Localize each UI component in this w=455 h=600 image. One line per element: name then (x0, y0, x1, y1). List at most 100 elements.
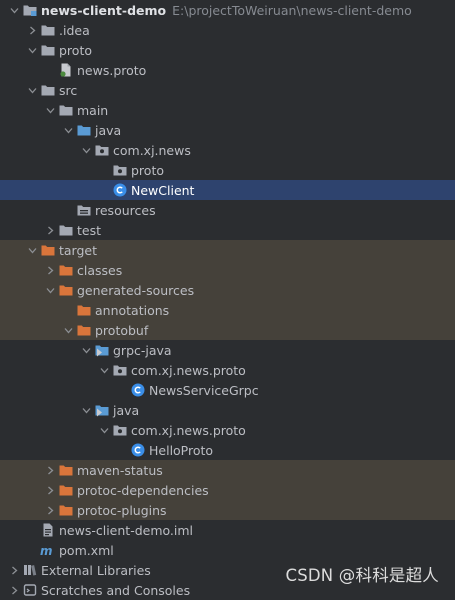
tree-node-label: maven-status (77, 462, 163, 478)
excluded-folder-icon (40, 242, 56, 258)
tree-node-test[interactable]: test (0, 220, 455, 240)
tree-node-label: Scratches and Consoles (41, 582, 191, 598)
tree-node-java[interactable]: java (0, 120, 455, 140)
libraries-icon (22, 562, 38, 578)
chevron-down-icon[interactable] (42, 100, 58, 120)
project-tree: news-client-demo E:\projectToWeiruan\news… (0, 0, 455, 600)
chevron-right-icon[interactable] (42, 220, 58, 240)
tree-node-label: proto (59, 42, 92, 58)
iml-file-icon (40, 522, 56, 538)
tree-node-proto[interactable]: proto (0, 160, 455, 180)
chevron-down-icon[interactable] (78, 340, 94, 360)
tree-node-classes[interactable]: classes (0, 260, 455, 280)
excluded-folder-icon (58, 262, 74, 278)
tree-node-label: pom.xml (59, 542, 114, 558)
folder-icon (40, 82, 56, 98)
tree-node-label: annotations (95, 302, 170, 318)
chevron-right-icon[interactable] (42, 480, 58, 500)
chevron-right-icon[interactable] (24, 20, 40, 40)
tree-node-label: com.xj.news.proto (131, 362, 246, 378)
tree-node-target[interactable]: target (0, 240, 455, 260)
chevron-down-icon[interactable] (24, 40, 40, 60)
tree-node-main[interactable]: main (0, 100, 455, 120)
scratches-icon (22, 582, 38, 598)
chevron-down-icon[interactable] (96, 420, 112, 440)
class-icon (130, 382, 146, 398)
tree-node-com-xj-news-proto[interactable]: com.xj.news.proto (0, 420, 455, 440)
class-icon (112, 182, 128, 198)
tree-node-label: news-client-demo.iml (59, 522, 194, 538)
tree-node-label: classes (77, 262, 123, 278)
package-icon (94, 142, 110, 158)
chevron-down-icon[interactable] (60, 320, 76, 340)
excluded-folder-icon (58, 502, 74, 518)
tree-node-newclient[interactable]: NewClient (0, 180, 455, 200)
tree-node-pom-xml[interactable]: m pom.xml (0, 540, 455, 560)
tree-node-annotations[interactable]: annotations (0, 300, 455, 320)
tree-node-idea[interactable]: .idea (0, 20, 455, 40)
chevron-down-icon[interactable] (24, 80, 40, 100)
tree-node-grpc-java[interactable]: grpc-java (0, 340, 455, 360)
chevron-down-icon[interactable] (24, 240, 40, 260)
generated-source-folder-icon (94, 342, 110, 358)
folder-icon (58, 102, 74, 118)
maven-file-icon: m (40, 542, 56, 558)
tree-node-label: news-client-demo (41, 2, 167, 18)
tree-node-label: com.xj.news.proto (131, 422, 246, 438)
tree-node-label: protoc-dependencies (77, 482, 209, 498)
tree-node-label: NewClient (131, 182, 195, 198)
tree-node-helloproto[interactable]: HelloProto (0, 440, 455, 460)
chevron-right-icon[interactable] (6, 560, 22, 580)
package-icon (112, 422, 128, 438)
tree-node-label: proto (131, 162, 164, 178)
tree-node-label: main (77, 102, 109, 118)
tree-node-maven-status[interactable]: maven-status (0, 460, 455, 480)
proto-file-icon (58, 62, 74, 78)
chevron-right-icon[interactable] (42, 500, 58, 520)
tree-node-java[interactable]: java (0, 400, 455, 420)
tree-node-com-xj-news-proto[interactable]: com.xj.news.proto (0, 360, 455, 380)
tree-node-label: protobuf (95, 322, 149, 338)
chevron-right-icon[interactable] (42, 260, 58, 280)
tree-node-label: NewsServiceGrpc (149, 382, 259, 398)
package-icon (112, 162, 128, 178)
folder-icon (40, 42, 56, 58)
chevron-down-icon[interactable] (6, 0, 22, 20)
chevron-down-icon[interactable] (60, 120, 76, 140)
chevron-down-icon[interactable] (96, 360, 112, 380)
tree-node-news-client-demo[interactable]: news-client-demo E:\projectToWeiruan\news… (0, 0, 455, 20)
excluded-folder-icon (76, 322, 92, 338)
chevron-down-icon[interactable] (78, 400, 94, 420)
module-folder-icon (22, 2, 38, 18)
tree-node-newsservicegrpc[interactable]: NewsServiceGrpc (0, 380, 455, 400)
tree-node-protoc-dependencies[interactable]: protoc-dependencies (0, 480, 455, 500)
chevron-right-icon[interactable] (42, 460, 58, 480)
tree-node-label: news.proto (77, 62, 147, 78)
tree-node-news-client-demo-iml[interactable]: news-client-demo.iml (0, 520, 455, 540)
excluded-folder-icon (58, 282, 74, 298)
tree-node-news-proto[interactable]: news.proto (0, 60, 455, 80)
tree-node-protobuf[interactable]: protobuf (0, 320, 455, 340)
tree-node-protoc-plugins[interactable]: protoc-plugins (0, 500, 455, 520)
tree-node-proto[interactable]: proto (0, 40, 455, 60)
excluded-folder-icon (58, 462, 74, 478)
class-icon (130, 442, 146, 458)
tree-node-label: HelloProto (149, 442, 214, 458)
svg-text:m: m (40, 544, 53, 558)
package-icon (112, 362, 128, 378)
tree-node-resources[interactable]: resources (0, 200, 455, 220)
tree-node-generated-sources[interactable]: generated-sources (0, 280, 455, 300)
tree-node-com-xj-news[interactable]: com.xj.news (0, 140, 455, 160)
tree-node-label: resources (95, 202, 156, 218)
chevron-right-icon[interactable] (6, 580, 22, 600)
tree-node-label: External Libraries (41, 562, 151, 578)
chevron-down-icon[interactable] (42, 280, 58, 300)
tree-node-label: target (59, 242, 98, 258)
chevron-down-icon[interactable] (78, 140, 94, 160)
tree-node-src[interactable]: src (0, 80, 455, 100)
